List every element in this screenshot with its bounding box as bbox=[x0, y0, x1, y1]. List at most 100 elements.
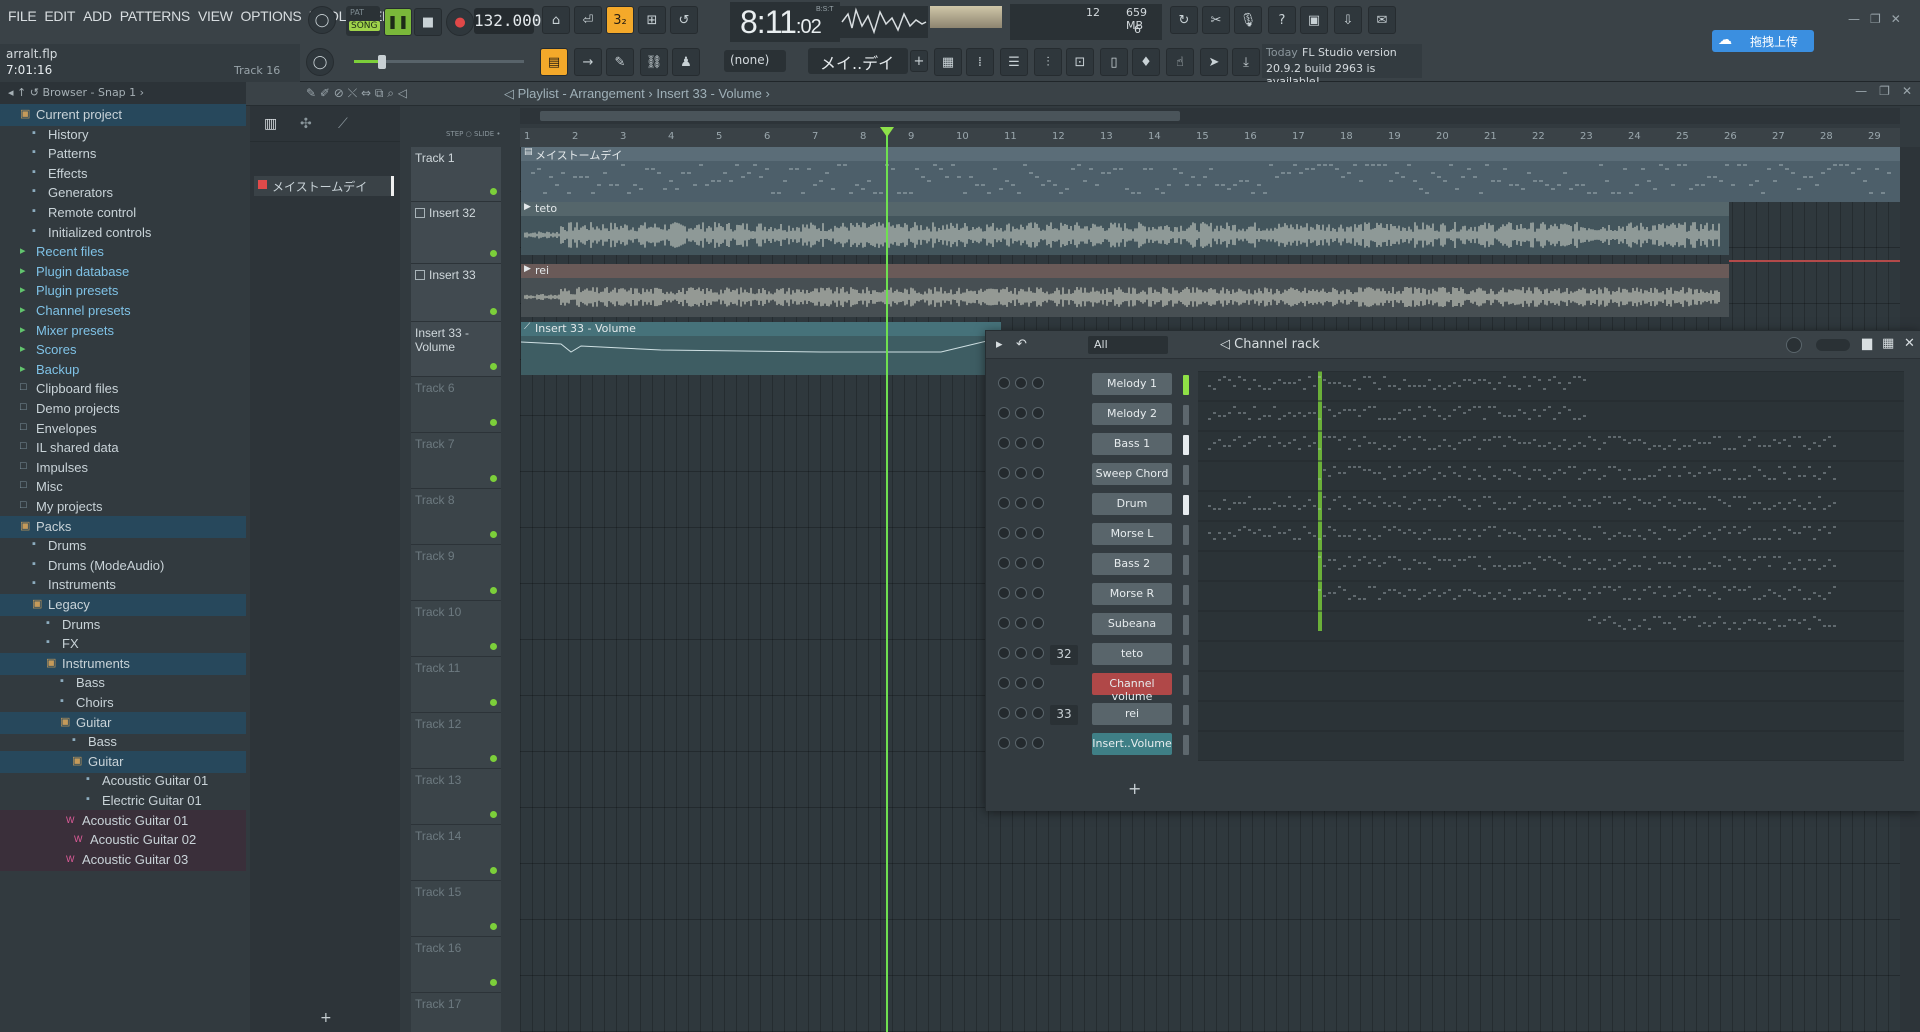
volume-knob-icon[interactable] bbox=[1032, 497, 1044, 509]
track-header[interactable]: Track 10 bbox=[411, 601, 501, 657]
mute-led-icon[interactable] bbox=[998, 677, 1010, 689]
cut-icon[interactable]: ✂ bbox=[1202, 6, 1230, 34]
swing-knob[interactable] bbox=[1786, 337, 1802, 353]
countdown-icon[interactable]: 3₂ bbox=[606, 6, 634, 34]
track-enable-led[interactable] bbox=[490, 811, 497, 818]
mute-led-icon[interactable] bbox=[998, 377, 1010, 389]
channel-select-bar[interactable] bbox=[1183, 615, 1189, 635]
channel-select-bar[interactable] bbox=[1183, 585, 1189, 605]
minimize-icon[interactable]: — bbox=[1855, 84, 1867, 98]
upload-button[interactable]: ☁ 拖拽上传 bbox=[1712, 30, 1814, 52]
mixer-insert-number[interactable] bbox=[1050, 435, 1078, 455]
track-enable-led[interactable] bbox=[490, 531, 497, 538]
track-enable-led[interactable] bbox=[490, 475, 497, 482]
menu-item-file[interactable]: FILE bbox=[4, 8, 40, 24]
track-header[interactable]: Track 11 bbox=[411, 657, 501, 713]
mute-led-icon[interactable] bbox=[998, 437, 1010, 449]
chat-icon[interactable]: ✉ bbox=[1368, 6, 1396, 34]
clip-audio-teto[interactable]: ▶ teto bbox=[521, 202, 1729, 255]
mute-led-icon[interactable] bbox=[998, 737, 1010, 749]
clip-pattern[interactable]: ▤ メイストームデイ bbox=[521, 147, 1901, 202]
pan-knob-icon[interactable] bbox=[1015, 677, 1027, 689]
pan-knob-icon[interactable] bbox=[1015, 437, 1027, 449]
step-sequencer-icon[interactable]: ⁞ bbox=[966, 48, 994, 76]
automation-icon[interactable]: ⟋ bbox=[338, 116, 348, 132]
volume-knob-icon[interactable] bbox=[1032, 437, 1044, 449]
channel-select-bar[interactable] bbox=[1183, 375, 1189, 395]
channel-name-button[interactable]: Melody 1 bbox=[1092, 373, 1172, 395]
track-header[interactable]: Track 14 bbox=[411, 825, 501, 881]
mixer-insert-number[interactable] bbox=[1050, 555, 1078, 575]
channel-select-bar[interactable] bbox=[1183, 435, 1189, 455]
audio-icon[interactable]: ✣ bbox=[300, 116, 312, 132]
browser-item[interactable]: W Acoustic Guitar 03 bbox=[0, 848, 246, 871]
channel-name-button[interactable]: teto bbox=[1092, 643, 1172, 665]
piano-keys-icon[interactable]: ▥ bbox=[264, 116, 277, 132]
playlist-tools[interactable]: ✎ ✐ ⊘ ⤬ ⇔ ⧉ ⌕ ◁ bbox=[306, 86, 407, 101]
mute-led-icon[interactable] bbox=[998, 707, 1010, 719]
playhead-marker[interactable] bbox=[880, 127, 894, 137]
channel-select-bar[interactable] bbox=[1183, 735, 1189, 755]
stop-button[interactable]: ■ bbox=[414, 8, 442, 36]
track-enable-led[interactable] bbox=[490, 923, 497, 930]
track-enable-led[interactable] bbox=[490, 867, 497, 874]
step-slide-toggle[interactable]: STEP ○ SLIDE • bbox=[446, 130, 501, 138]
pan-knob-icon[interactable] bbox=[1015, 407, 1027, 419]
track-enable-led[interactable] bbox=[490, 699, 497, 706]
track-header[interactable]: Track 1 bbox=[411, 147, 501, 202]
track-enable-led[interactable] bbox=[490, 419, 497, 426]
stamp-icon[interactable]: ♟ bbox=[672, 48, 700, 76]
wait-input-icon[interactable]: ⏎ bbox=[574, 6, 602, 34]
channel-name-button[interactable]: Subeana bbox=[1092, 613, 1172, 635]
rack-undo-icon[interactable]: ↶ bbox=[1016, 337, 1027, 352]
track-header[interactable]: Insert 32 bbox=[411, 202, 501, 264]
volume-knob-icon[interactable] bbox=[1032, 467, 1044, 479]
track-header[interactable]: Track 15 bbox=[411, 881, 501, 937]
volume-knob-icon[interactable] bbox=[1032, 677, 1044, 689]
volume-knob-icon[interactable] bbox=[1032, 527, 1044, 539]
track-header[interactable]: Track 13 bbox=[411, 769, 501, 825]
minimize-icon[interactable]: — bbox=[1848, 12, 1860, 26]
channel-name-button[interactable]: Melody 2 bbox=[1092, 403, 1172, 425]
touch-icon[interactable]: ☝ bbox=[1166, 48, 1194, 76]
piano-roll-icon[interactable]: ▦ bbox=[934, 48, 962, 76]
snap-arrow-icon[interactable]: → bbox=[574, 48, 602, 76]
volume-knob-icon[interactable] bbox=[1032, 617, 1044, 629]
playlist-icon[interactable]: ▤ bbox=[540, 48, 568, 76]
export-icon[interactable]: ⇩ bbox=[1334, 6, 1362, 34]
mixer-insert-number[interactable] bbox=[1050, 585, 1078, 605]
metronome-icon[interactable]: ⌂ bbox=[542, 6, 570, 34]
pan-knob-icon[interactable] bbox=[1015, 527, 1027, 539]
channel-name-button[interactable]: Insert..Volume bbox=[1092, 733, 1172, 755]
mute-led-icon[interactable] bbox=[998, 467, 1010, 479]
close-icon[interactable]: ✕ bbox=[1902, 84, 1912, 98]
track-header[interactable]: Insert 33 bbox=[411, 264, 501, 322]
mixer-insert-number[interactable] bbox=[1050, 525, 1078, 545]
master-volume-knob[interactable]: ◯ bbox=[308, 6, 336, 34]
send-icon[interactable]: ➤ bbox=[1200, 48, 1228, 76]
menu-item-options[interactable]: OPTIONS bbox=[237, 8, 306, 24]
rack-options-icon[interactable]: ▸ bbox=[996, 337, 1003, 352]
mixer-insert-number[interactable] bbox=[1050, 495, 1078, 515]
mute-led-icon[interactable] bbox=[998, 407, 1010, 419]
rack-filter-select[interactable]: All bbox=[1088, 336, 1168, 354]
pan-knob-icon[interactable] bbox=[1015, 497, 1027, 509]
clipboard-icon[interactable]: ▯ bbox=[1100, 48, 1128, 76]
pan-knob-icon[interactable] bbox=[1015, 737, 1027, 749]
channel-select-bar[interactable] bbox=[1183, 465, 1189, 485]
volume-knob-icon[interactable] bbox=[1032, 587, 1044, 599]
menu-item-add[interactable]: ADD bbox=[79, 8, 116, 24]
pan-knob-icon[interactable] bbox=[1015, 707, 1027, 719]
channel-name-button[interactable]: rei bbox=[1092, 703, 1172, 725]
channel-select-bar[interactable] bbox=[1183, 495, 1189, 515]
volume-knob-icon[interactable] bbox=[1032, 377, 1044, 389]
mixer-insert-number[interactable] bbox=[1050, 615, 1078, 635]
mixer-insert-number[interactable] bbox=[1050, 675, 1078, 695]
track-enable-led[interactable] bbox=[490, 308, 497, 315]
volume-knob-icon[interactable] bbox=[1032, 737, 1044, 749]
mixer-insert-number[interactable]: 32 bbox=[1050, 645, 1078, 665]
menu-item-patterns[interactable]: PATTERNS bbox=[116, 8, 194, 24]
save-icon[interactable]: ▣ bbox=[1300, 6, 1328, 34]
playlist-scrollbar[interactable] bbox=[520, 108, 1900, 124]
track-checkbox[interactable] bbox=[415, 208, 425, 218]
